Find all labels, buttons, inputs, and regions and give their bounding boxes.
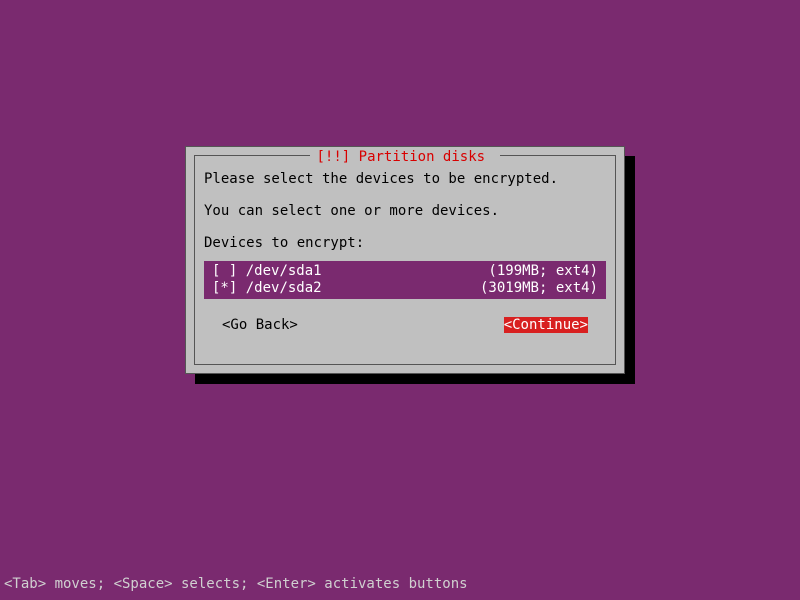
button-row: <Go Back> <Continue>: [204, 317, 606, 333]
go-back-button[interactable]: <Go Back>: [222, 317, 298, 333]
instruction-line-2: You can select one or more devices.: [204, 203, 606, 219]
device-left: [*] /dev/sda2: [212, 280, 322, 297]
dialog-title-wrap: [!!] Partition disks: [186, 149, 624, 165]
device-list: [ ] /dev/sda1 (199MB; ext4) [*] /dev/sda…: [204, 261, 606, 299]
instruction-line-1: Please select the devices to be encrypte…: [204, 171, 606, 187]
device-left: [ ] /dev/sda1: [212, 263, 322, 280]
device-path: /dev/sda2: [246, 280, 322, 296]
device-info: (199MB; ext4): [488, 263, 598, 280]
footer-help-text: <Tab> moves; <Space> selects; <Enter> ac…: [4, 576, 468, 592]
continue-button[interactable]: <Continue>: [504, 317, 588, 333]
device-row-sda1[interactable]: [ ] /dev/sda1 (199MB; ext4): [204, 263, 606, 280]
device-row-sda2[interactable]: [*] /dev/sda2 (3019MB; ext4): [204, 280, 606, 297]
device-path: /dev/sda1: [246, 263, 322, 279]
device-checkbox: [*]: [212, 280, 237, 296]
device-info: (3019MB; ext4): [480, 280, 598, 297]
dialog-title: [!!] Partition disks: [310, 149, 499, 165]
title-text: Partition disks: [359, 149, 485, 165]
dialog-content: Please select the devices to be encrypte…: [204, 171, 606, 333]
device-checkbox: [ ]: [212, 263, 237, 279]
devices-label: Devices to encrypt:: [204, 235, 606, 251]
partition-dialog: [!!] Partition disks Please select the d…: [185, 146, 625, 374]
title-alert-prefix: [!!]: [316, 149, 358, 165]
